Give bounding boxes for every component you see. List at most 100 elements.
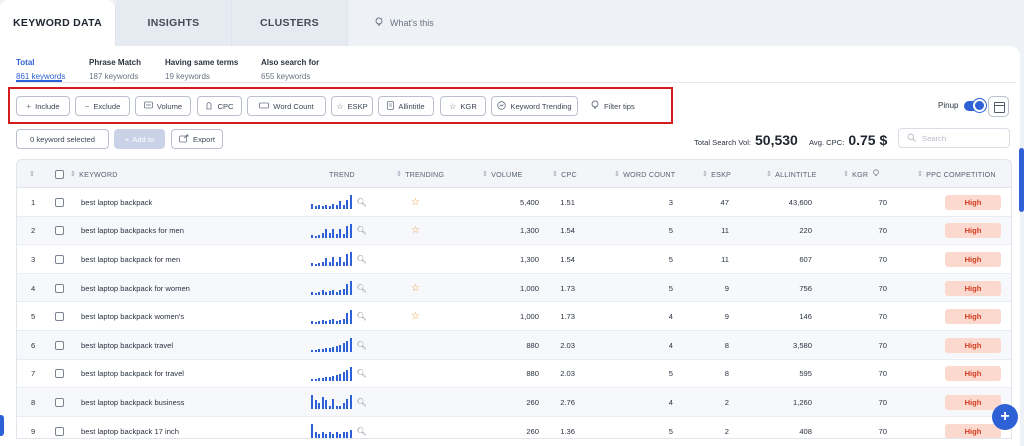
- column-word-count[interactable]: ⇕ WORD COUNT: [614, 160, 675, 188]
- trend-sparkline: [311, 338, 352, 353]
- search-icon[interactable]: 🔍︎: [357, 427, 367, 436]
- trend-bar: [335, 233, 338, 238]
- column-eskp[interactable]: ⇕ ESKP: [702, 160, 731, 188]
- trend-bar: [311, 292, 313, 296]
- whats-this-link[interactable]: What's this: [374, 0, 434, 46]
- search-input[interactable]: [922, 133, 1002, 143]
- row-checkbox[interactable]: [55, 245, 64, 274]
- keyword-cell[interactable]: best laptop backpack for women: [81, 274, 190, 303]
- keyword-cell[interactable]: best laptop backpacks for men: [81, 217, 184, 246]
- row-checkbox[interactable]: [55, 302, 64, 331]
- star-icon[interactable]: ☆: [411, 283, 420, 294]
- keyword-cell[interactable]: best laptop backpack women's: [81, 302, 184, 331]
- table-row[interactable]: 2 best laptop backpacks for men 🔍︎ ☆ 1,300 1.…: [17, 216, 1011, 246]
- export-button[interactable]: Export: [171, 129, 223, 149]
- row-checkbox[interactable]: [55, 360, 64, 389]
- allintitle-cell: 146: [799, 312, 812, 322]
- keyword-cell[interactable]: best laptop backpack: [81, 188, 152, 217]
- trend-sparkline: [311, 281, 352, 296]
- trend-bar: [342, 289, 345, 296]
- search-icon[interactable]: 🔍︎: [357, 255, 367, 264]
- star-icon[interactable]: ☆: [411, 311, 420, 322]
- trending-cell[interactable]: ☆: [411, 188, 420, 217]
- row-checkbox[interactable]: [55, 188, 64, 217]
- add-to-button[interactable]: + Add to: [114, 129, 165, 149]
- table-row[interactable]: 3 best laptop backpack for men 🔍︎ 1,300 1.54…: [17, 245, 1011, 274]
- search-icon[interactable]: 🔍︎: [357, 341, 367, 350]
- row-checkbox[interactable]: [55, 388, 64, 417]
- table-row[interactable]: 7 best laptop backpack for travel 🔍︎ 880 2.0…: [17, 359, 1011, 389]
- subtab-count: 19 keywords: [165, 72, 210, 81]
- row-checkbox[interactable]: [55, 217, 64, 246]
- trending-cell[interactable]: ☆: [411, 274, 420, 303]
- subtab-total[interactable]: Total 861 keywords: [16, 58, 65, 81]
- keyword-cell[interactable]: best laptop backpack for men: [81, 245, 180, 274]
- star-icon[interactable]: ☆: [411, 225, 420, 236]
- column-label: PPC COMPETITION: [926, 169, 996, 179]
- search-icon[interactable]: 🔍︎: [357, 284, 367, 293]
- ppc-competition-cell: High: [945, 360, 1001, 389]
- search-icon[interactable]: 🔍︎: [357, 312, 367, 321]
- volume-icon: [143, 101, 153, 111]
- keyword-cell[interactable]: best laptop backpack travel: [81, 331, 173, 360]
- keyword-cell[interactable]: best laptop backpack for travel: [81, 360, 184, 389]
- add-floating-button[interactable]: +: [992, 404, 1018, 430]
- trend-bar: [346, 432, 348, 438]
- filter-tips-label: Filter tips: [604, 101, 635, 111]
- tab-clusters[interactable]: CLUSTERS: [232, 0, 348, 46]
- trend-bar: [332, 228, 334, 238]
- filter-tips-link[interactable]: Filter tips: [590, 96, 635, 116]
- column-allintitle[interactable]: ⇕ ALLINTITLE: [766, 160, 817, 188]
- tab-keyword-data[interactable]: KEYWORD DATA: [0, 0, 116, 46]
- table-row[interactable]: 8 best laptop backpack business 🔍︎ 260 2.76 4…: [17, 388, 1011, 417]
- add-to-label: Add to: [132, 134, 155, 144]
- row-checkbox[interactable]: [55, 274, 64, 303]
- filter-allintitle-button[interactable]: Allintitle: [378, 96, 434, 116]
- table-row[interactable]: 4 best laptop backpack for women 🔍︎ ☆ 1,000 1…: [17, 273, 1011, 303]
- subtab-having-same-terms[interactable]: Having same terms 19 keywords: [165, 58, 238, 81]
- filter-keyword-trending-button[interactable]: Keyword Trending: [491, 96, 578, 116]
- sort-icon[interactable]: ⇕: [29, 160, 38, 188]
- table-row[interactable]: 1 best laptop backpack 🔍︎ ☆ 5,400 1.51 3 47 43,6…: [17, 188, 1011, 217]
- side-handle[interactable]: [0, 415, 4, 436]
- filter-include-button[interactable]: + Include: [16, 96, 70, 116]
- star-icon[interactable]: ☆: [411, 197, 420, 208]
- trending-cell[interactable]: ☆: [411, 302, 420, 331]
- pinup-toggle[interactable]: [964, 99, 986, 112]
- search-icon[interactable]: 🔍︎: [357, 226, 367, 235]
- row-number: 4: [31, 283, 36, 293]
- table-row[interactable]: 6 best laptop backpack travel 🔍︎ 880 2.03 4 8 3…: [17, 331, 1011, 360]
- column-keyword[interactable]: ⇕ KEYWORD: [70, 160, 118, 188]
- table-row[interactable]: 5 best laptop backpack women's 🔍︎ ☆ 1,000 1.7…: [17, 302, 1011, 331]
- subtab-also-search-for[interactable]: Also search for 655 keywords: [261, 58, 319, 81]
- filter-kgr-button[interactable]: ☆ KGR: [440, 96, 486, 116]
- search-icon[interactable]: 🔍︎: [357, 369, 367, 378]
- plus-icon: +: [26, 101, 32, 111]
- cpc-icon: [205, 101, 213, 112]
- filter-word-count-button[interactable]: Word Count: [247, 96, 326, 116]
- column-trending[interactable]: ⇕ TRENDING: [396, 160, 444, 188]
- filter-cpc-button[interactable]: CPC: [197, 96, 242, 116]
- trend-bar: [314, 235, 317, 238]
- trend-sparkline: [311, 195, 352, 210]
- columns-settings-button[interactable]: [988, 96, 1009, 117]
- page-scrollbar[interactable]: [1019, 148, 1024, 212]
- search-icon[interactable]: 🔍︎: [357, 198, 367, 207]
- column-cpc[interactable]: ⇕ CPC: [552, 160, 577, 188]
- trend-bar: [311, 234, 313, 238]
- filter-exclude-button[interactable]: − Exclude: [75, 96, 130, 116]
- tab-insights[interactable]: INSIGHTS: [116, 0, 232, 46]
- column-kgr[interactable]: ⇕ KGR: [843, 160, 880, 188]
- trending-cell[interactable]: ☆: [411, 217, 420, 246]
- subtab-phrase-match[interactable]: Phrase Match 187 keywords: [89, 58, 141, 81]
- keyword-cell[interactable]: best laptop backpack business: [81, 388, 184, 417]
- trend-bar: [335, 205, 338, 210]
- column-volume[interactable]: ⇕ VOLUME: [482, 160, 523, 188]
- filter-volume-button[interactable]: Volume: [135, 96, 191, 116]
- select-all-checkbox[interactable]: [55, 160, 64, 188]
- search-icon[interactable]: 🔍︎: [357, 398, 367, 407]
- column-ppc-competition[interactable]: ⇕ PPC COMPETITION: [917, 160, 996, 188]
- row-checkbox[interactable]: [55, 331, 64, 360]
- row-number: 6: [31, 340, 36, 350]
- filter-eskp-button[interactable]: ☆ ESKP: [331, 96, 373, 116]
